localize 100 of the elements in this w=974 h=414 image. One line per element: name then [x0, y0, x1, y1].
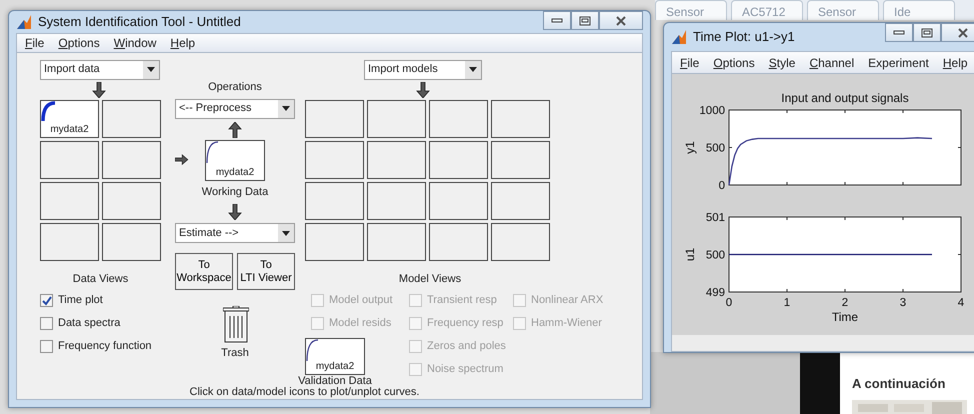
section-title: Data Views	[72, 272, 130, 286]
checkbox-label: Nonlinear ARX	[531, 293, 604, 308]
empty-slot[interactable]	[367, 182, 426, 220]
axis-label: Time	[832, 310, 858, 324]
tick-label: 501	[706, 212, 725, 224]
caret-icon	[147, 67, 155, 72]
empty-slot[interactable]	[305, 182, 364, 220]
minimize-button[interactable]	[885, 23, 913, 42]
checkbox-label: Zeros and poles	[427, 339, 506, 354]
checkbox-label: Hamm-Wiener	[531, 316, 602, 332]
caret-icon	[282, 106, 290, 111]
minimize-icon	[893, 30, 905, 35]
empty-slot[interactable]	[367, 140, 426, 178]
empty-slot[interactable]	[367, 100, 426, 138]
empty-slot[interactable]	[491, 222, 550, 260]
page-heading: A continuación	[852, 375, 946, 393]
checkbox-label: Model resids	[329, 316, 392, 332]
dropdown[interactable]: Import models	[364, 60, 482, 80]
trash-icon	[223, 306, 249, 344]
empty-slot[interactable]	[367, 222, 426, 260]
section-title: Model Views	[398, 272, 462, 286]
section-label: Working Data	[200, 184, 270, 200]
action-button[interactable]: To LTI Viewer	[237, 253, 295, 290]
minimize-button[interactable]	[543, 11, 571, 30]
menu-item[interactable]: Options	[58, 34, 100, 52]
chart-title: Input and output signals	[781, 91, 909, 105]
empty-slot[interactable]	[429, 222, 488, 260]
arrow-icon	[416, 82, 430, 98]
tick-label: 500	[706, 250, 725, 262]
menu-item[interactable]: Experiment	[868, 54, 929, 72]
empty-slot[interactable]	[40, 140, 99, 178]
empty-slot[interactable]	[429, 182, 488, 220]
tick-label: 1	[784, 297, 790, 309]
action-button[interactable]: To Workspace	[175, 253, 233, 290]
close-icon	[957, 28, 969, 38]
empty-slot[interactable]	[429, 140, 488, 178]
tick-label: 0	[726, 297, 732, 309]
matlab-logo-icon	[16, 14, 32, 30]
maximize-button[interactable]	[913, 23, 941, 42]
empty-slot[interactable]	[305, 100, 364, 138]
arrow-icon	[228, 204, 242, 220]
checkbox-label: Noise spectrum	[427, 362, 504, 378]
empty-slot[interactable]	[305, 140, 364, 178]
empty-slot[interactable]	[102, 140, 161, 178]
tick-label: 0	[718, 180, 725, 192]
menu-item[interactable]: Window	[114, 34, 156, 52]
section-label: Trash	[220, 346, 250, 361]
empty-slot[interactable]	[102, 100, 161, 138]
checkbox[interactable]	[40, 317, 53, 330]
close-button[interactable]	[941, 23, 974, 42]
dropdown[interactable]: Estimate -->	[175, 223, 295, 243]
section-title: Operations	[207, 80, 263, 94]
dropdown[interactable]: Import data	[40, 60, 160, 80]
maximize-icon	[579, 16, 591, 26]
empty-slot[interactable]	[491, 100, 550, 138]
tick-label: 4	[958, 297, 964, 309]
data-icon[interactable]: mydata2	[205, 140, 265, 180]
menu-item[interactable]: Channel	[809, 54, 854, 72]
caret-icon	[469, 67, 477, 72]
empty-slot[interactable]	[429, 100, 488, 138]
menu-item[interactable]: File	[680, 54, 700, 72]
arrow-icon	[175, 154, 189, 166]
checkbox[interactable]	[40, 340, 53, 353]
data-icon[interactable]: mydata2	[40, 100, 99, 138]
maximize-button[interactable]	[571, 11, 599, 30]
menu-item[interactable]: File	[25, 34, 44, 52]
caret-icon	[282, 230, 290, 236]
hint-text: Click on data/model icons to plot/unplot curves.	[188, 386, 420, 399]
checkbox[interactable]	[40, 294, 53, 307]
tick-label: 499	[706, 287, 725, 299]
close-button[interactable]	[599, 11, 643, 30]
tick-label: 1000	[699, 105, 725, 117]
empty-slot[interactable]	[40, 222, 99, 260]
checkbox-label: Frequency function	[58, 339, 152, 354]
empty-slot[interactable]	[102, 182, 161, 220]
arrow-icon	[92, 82, 106, 98]
dropdown[interactable]: <-- Preprocess	[175, 98, 295, 118]
empty-slot[interactable]	[491, 182, 550, 220]
empty-slot[interactable]	[491, 140, 550, 178]
menu-item[interactable]: Style	[768, 54, 796, 72]
window-title: Time Plot: u1->y1	[693, 28, 795, 46]
menu-item[interactable]: Options	[713, 54, 755, 72]
axis-label: y1	[683, 141, 697, 154]
menu-item[interactable]: Help	[942, 54, 968, 72]
empty-slot[interactable]	[102, 222, 161, 260]
empty-slot[interactable]	[305, 222, 364, 260]
minimize-icon	[551, 18, 563, 23]
checkbox-label: Transient resp	[427, 293, 497, 308]
axis-label: u1	[683, 248, 697, 262]
checkbox-label: Time plot	[58, 293, 103, 308]
tick-label: 500	[706, 142, 725, 154]
tick-label: 3	[900, 297, 906, 309]
window-title: System Identification Tool - Untitled	[38, 13, 241, 31]
data-icon[interactable]: mydata2	[305, 338, 365, 375]
maximize-icon	[921, 28, 933, 38]
close-icon	[615, 16, 627, 26]
checkbox-label: Data spectra	[58, 316, 120, 332]
menu-item[interactable]: Help	[170, 34, 196, 52]
arrow-icon	[228, 122, 242, 138]
empty-slot[interactable]	[40, 182, 99, 220]
